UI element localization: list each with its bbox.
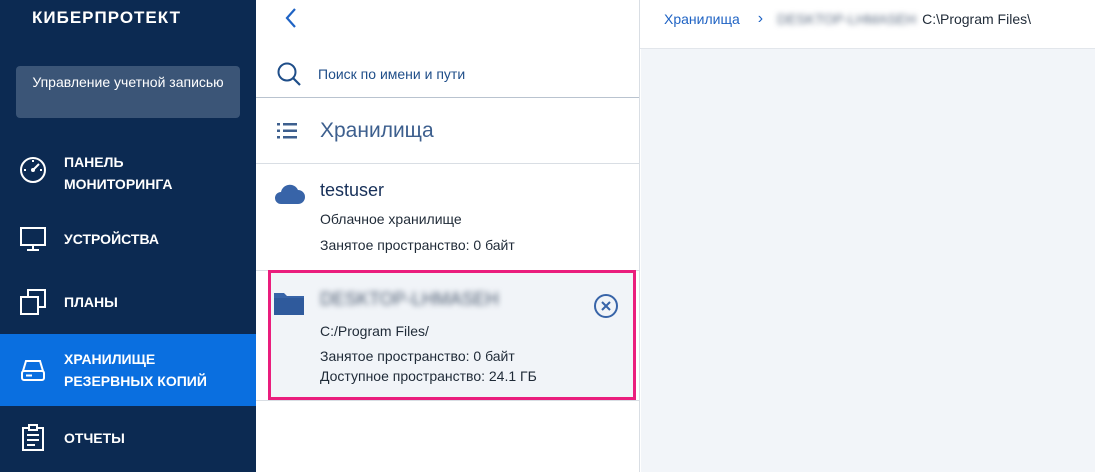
storage-name: testuser [320, 180, 385, 200]
sidebar-item-label: Устройства [64, 231, 159, 247]
storage-item-folder[interactable]: DESKTOP-LHMASEH C:/Program Files/ Занято… [268, 270, 636, 400]
sidebar-item-devices[interactable]: Устройства [0, 208, 256, 270]
storage-used-space: Занятое пространство: 0 байт [320, 237, 515, 253]
breadcrumb-root-link[interactable]: Хранилища [664, 11, 740, 27]
section-title: Хранилища [320, 119, 434, 142]
brand-logo: КИБЕРПРОТЕКТ [32, 8, 181, 27]
remove-close-icon[interactable] [593, 293, 619, 319]
search-bar [256, 49, 639, 98]
storage-name: DESKTOP-LHMASEH [320, 289, 499, 309]
sidebar-item-plans[interactable]: Планы [0, 272, 256, 334]
folder-icon [273, 290, 305, 321]
cloud-icon [272, 182, 306, 211]
storage-used-space: Занятое пространство: 0 байт [320, 348, 515, 364]
storage-available-space: Доступное пространство: 24.1 ГБ [320, 368, 537, 384]
search-icon[interactable] [276, 61, 302, 87]
storage-item-cloud[interactable]: testuser Облачное хранилище Занятое прос… [256, 164, 639, 271]
breadcrumb-current: C:\Program Files\ [922, 11, 1032, 27]
sidebar-item-label: Хранилище [64, 351, 156, 367]
sidebar-item-label-line2: резервных копий [64, 373, 207, 389]
breadcrumb: Хранилища › DESKTOP-LHMASEH C:\Program F… [664, 10, 1031, 28]
sidebar-item-label: Планы [64, 294, 118, 310]
dashboard-gauge-icon [18, 155, 48, 185]
sidebar-item-label-line2: мониторинга [64, 176, 173, 192]
plans-icon [18, 287, 48, 317]
sidebar: КИБЕРПРОТЕКТ Управление учетной записью … [0, 0, 256, 472]
storages-header: Хранилища [256, 98, 639, 164]
storage-path: C:/Program Files/ [320, 323, 429, 339]
sidebar-item-backup-storage[interactable]: Хранилище резервных копий [0, 334, 256, 406]
report-clipboard-icon [18, 423, 48, 453]
sidebar-item-dashboard[interactable]: Панель мониторинга [0, 142, 256, 206]
storage-drive-icon [18, 355, 48, 385]
sidebar-item-label: Отчеты [64, 430, 125, 446]
search-input[interactable] [318, 63, 618, 85]
storage-type: Облачное хранилище [320, 211, 462, 227]
sidebar-item-label: Панель [64, 154, 124, 170]
content-area [641, 49, 1095, 472]
breadcrumb-machine[interactable]: DESKTOP-LHMASEH [777, 11, 916, 27]
monitor-icon [18, 224, 48, 254]
chevron-right-icon: › [757, 10, 764, 27]
list-icon[interactable] [276, 120, 298, 142]
sidebar-item-reports[interactable]: Отчеты [0, 408, 256, 470]
account-management-button[interactable]: Управление учетной записью [16, 66, 240, 118]
storage-list-panel: Хранилища testuser Облачное хранилище За… [256, 0, 640, 472]
back-chevron-icon[interactable] [280, 6, 304, 30]
list-divider [256, 400, 639, 401]
